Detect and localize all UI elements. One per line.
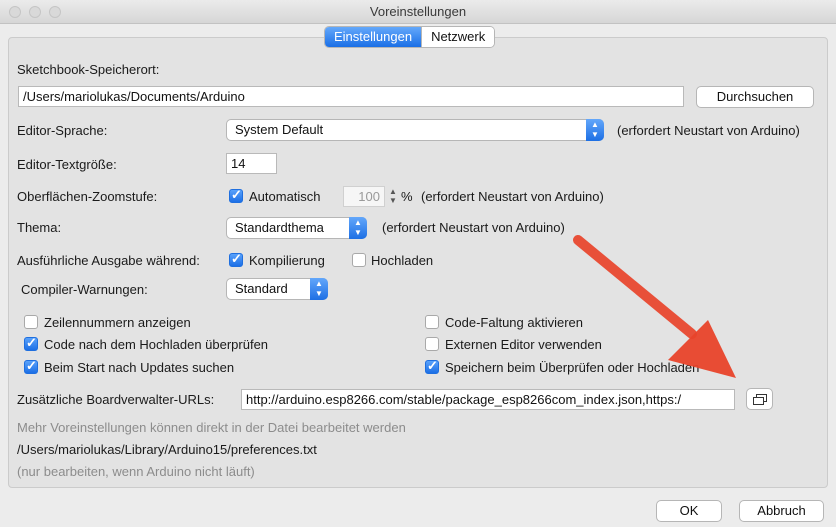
- preferences-file-path: /Users/mariolukas/Library/Arduino15/pref…: [17, 442, 317, 457]
- external-editor-checkbox[interactable]: [425, 337, 439, 351]
- warnings-value: Standard: [235, 281, 288, 296]
- zoom-auto-label: Automatisch: [249, 189, 321, 204]
- chevron-updown-icon: ▲ ▼: [586, 119, 604, 141]
- verbose-label: Ausführliche Ausgabe während:: [17, 253, 200, 268]
- line-numbers-label: Zeilennummern anzeigen: [44, 315, 191, 330]
- board-urls-input[interactable]: http://arduino.esp8266.com/stable/packag…: [241, 389, 735, 410]
- theme-value: Standardthema: [235, 220, 324, 235]
- zoom-auto-checkbox[interactable]: [229, 187, 243, 203]
- chevron-updown-icon: ▲ ▼: [349, 217, 367, 239]
- browse-button[interactable]: Durchsuchen: [696, 86, 814, 108]
- window-title: Voreinstellungen: [369, 4, 467, 19]
- save-on-verify-checkbox[interactable]: [425, 358, 439, 374]
- editor-language-label: Editor-Sprache:: [17, 123, 108, 138]
- verify-after-upload-checkbox[interactable]: [24, 335, 38, 351]
- tab-bar: Einstellungen Netzwerk: [324, 26, 496, 48]
- zoom-stepper[interactable]: ▲ ▼: [388, 187, 398, 207]
- verify-after-upload-label: Code nach dem Hochladen überprüfen: [44, 337, 269, 352]
- line-numbers-checkbox[interactable]: [24, 315, 38, 329]
- ok-button[interactable]: OK: [656, 500, 722, 522]
- theme-label: Thema:: [17, 220, 62, 235]
- verbose-upload-checkbox[interactable]: [352, 253, 366, 267]
- zoom-note: (erfordert Neustart von Arduino): [421, 189, 604, 204]
- cancel-button[interactable]: Abbruch: [739, 500, 824, 522]
- editor-language-select[interactable]: System Default ▲ ▼: [226, 119, 604, 141]
- zoom-label: Oberflächen-Zoomstufe:: [17, 189, 158, 204]
- title-bar: Voreinstellungen: [0, 0, 836, 24]
- save-on-verify-label: Speichern beim Überprüfen oder Hochladen: [445, 360, 700, 375]
- editor-language-note: (erfordert Neustart von Arduino): [617, 123, 800, 138]
- verbose-compile-checkbox[interactable]: [229, 251, 243, 267]
- font-size-label: Editor-Textgröße:: [17, 157, 117, 172]
- font-size-input[interactable]: 14: [226, 153, 277, 174]
- check-updates-checkbox[interactable]: [24, 358, 38, 374]
- theme-note: (erfordert Neustart von Arduino): [382, 220, 565, 235]
- window-list-icon: [752, 394, 767, 405]
- verbose-compile-label: Kompilierung: [249, 253, 325, 268]
- warnings-label: Compiler-Warnungen:: [21, 282, 148, 297]
- sketchbook-path-input[interactable]: /Users/mariolukas/Documents/Arduino: [18, 86, 684, 107]
- check-updates-label: Beim Start nach Updates suchen: [44, 360, 235, 375]
- zoom-value-input[interactable]: 100: [343, 186, 385, 207]
- tab-netzwerk[interactable]: Netzwerk: [421, 27, 495, 47]
- verbose-upload-label: Hochladen: [371, 253, 434, 268]
- sketchbook-label: Sketchbook-Speicherort:: [17, 62, 160, 77]
- code-folding-label: Code-Faltung aktivieren: [445, 315, 584, 330]
- external-editor-label: Externen Editor verwenden: [445, 337, 602, 352]
- code-folding-checkbox[interactable]: [425, 315, 439, 329]
- zoom-unit: %: [401, 189, 413, 204]
- edit-warning: (nur bearbeiten, wenn Arduino nicht läuf…: [17, 464, 255, 479]
- editor-language-value: System Default: [235, 122, 324, 137]
- theme-select[interactable]: Standardthema ▲ ▼: [226, 217, 367, 239]
- more-prefs-info: Mehr Voreinstellungen können direkt in d…: [17, 420, 406, 435]
- chevron-updown-icon: ▲ ▼: [310, 278, 328, 300]
- edit-urls-button[interactable]: [746, 388, 773, 410]
- warnings-select[interactable]: Standard ▲ ▼: [226, 278, 328, 300]
- board-urls-label: Zusätzliche Boardverwalter-URLs:: [17, 392, 215, 407]
- tab-einstellungen[interactable]: Einstellungen: [325, 27, 422, 47]
